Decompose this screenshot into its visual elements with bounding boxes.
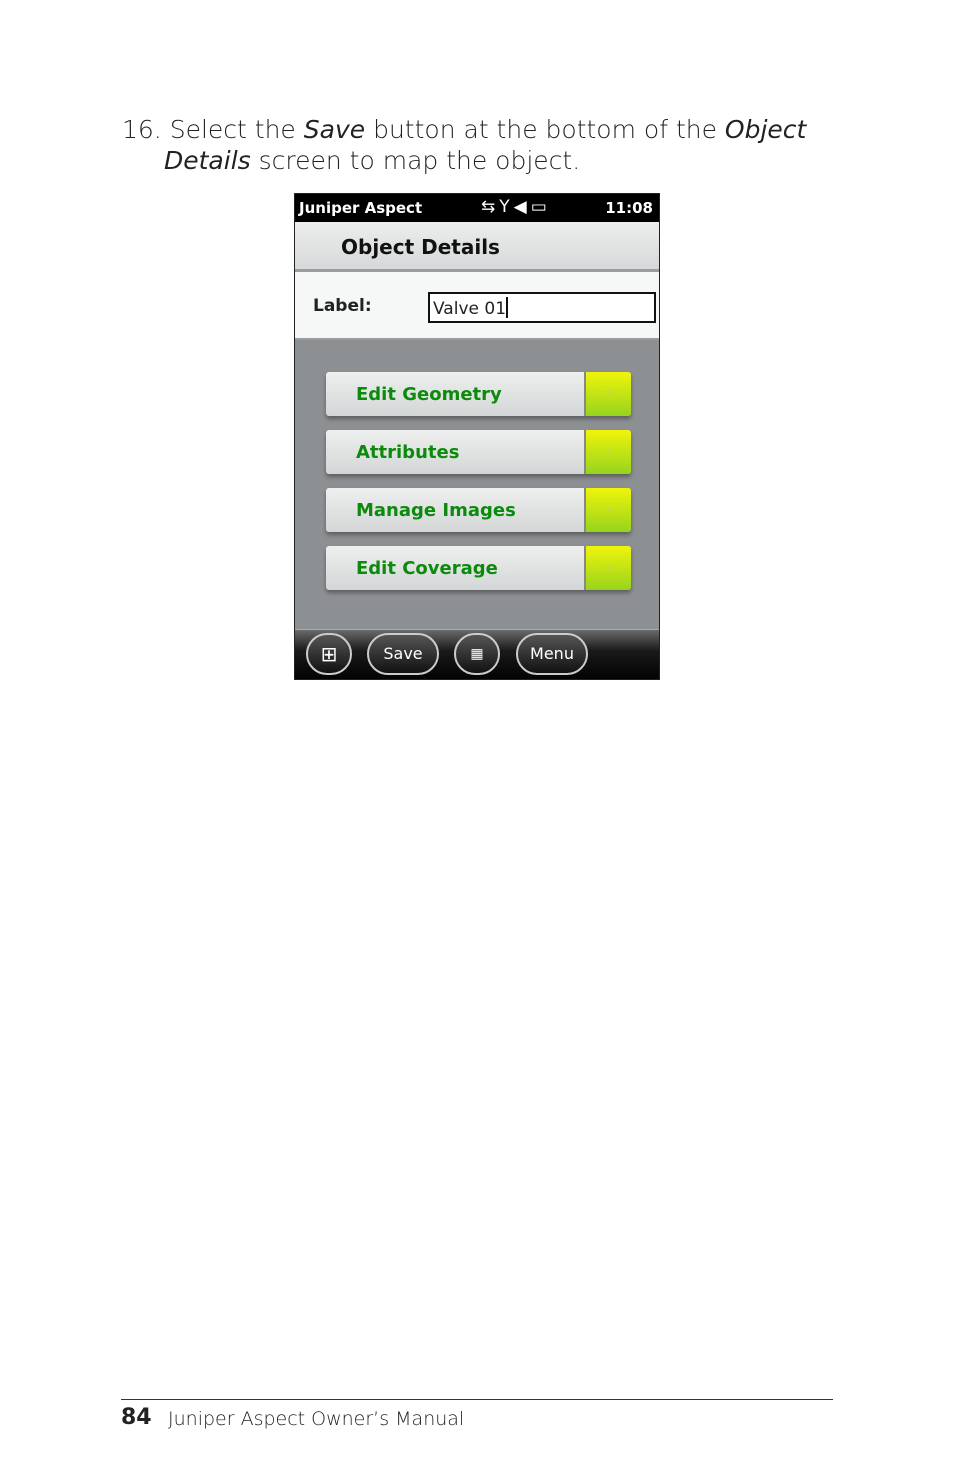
footer-divider [121,1399,833,1400]
page-number: 84 [121,1405,152,1430]
button-label: Edit Geometry [356,384,502,405]
label-row: Label: Valve 01 [295,272,659,340]
button-label: Manage Images [356,500,516,521]
label-caption: Label: [313,296,372,316]
app-name: Juniper Aspect [299,199,423,217]
chevron-right-icon: › [584,546,631,590]
menu-button[interactable]: Menu [516,633,588,675]
device-screenshot: Juniper Aspect ⇆Y◀▭ 11:08 Object Details… [294,193,660,680]
screen-title: Object Details [341,235,500,259]
no-signal-icon: Y [499,197,514,217]
chevron-right-icon: › [584,430,631,474]
step-text: screen to map the object. [250,146,581,175]
status-bar: Juniper Aspect ⇆Y◀▭ 11:08 [295,194,659,222]
windows-logo-icon: ⊞ [320,642,338,666]
clock: 11:08 [605,199,653,217]
step-text-emph: Save [303,115,366,144]
instruction-step: 16. Select the Save button at the bottom… [122,114,806,176]
screen-header: Object Details [295,222,659,272]
button-label: Edit Coverage [356,558,498,579]
button-label: Attributes [356,442,460,463]
manage-images-button[interactable]: Manage Images › [326,488,631,532]
attributes-button[interactable]: Attributes › [326,430,631,474]
keyboard-button[interactable]: ▦ [454,633,500,675]
step-text-emph: Details [164,146,251,175]
keyboard-icon: ▦ [470,646,484,662]
footer-title: Juniper Aspect Owner’s Manual [168,1408,465,1430]
label-input[interactable]: Valve 01 [428,292,656,323]
step-text: button at the bottom of the [365,115,725,144]
manual-page: 16. Select the Save button at the bottom… [0,0,954,1475]
menu-label: Menu [530,644,574,663]
step-number: 16. [122,115,162,144]
edit-geometry-button[interactable]: Edit Geometry › [326,372,631,416]
volume-muted-icon: ◀ [513,197,531,217]
text-cursor [506,297,509,318]
chevron-right-icon: › [584,488,631,532]
status-icons: ⇆Y◀▭ [481,197,551,217]
step-text-emph: Object [724,115,807,144]
softkey-bar: ⊞ Save ▦ Menu [295,629,659,679]
save-button[interactable]: Save [367,633,439,675]
save-label: Save [383,644,423,663]
sync-disconnected-icon: ⇆ [481,197,500,217]
chevron-right-icon: › [584,372,631,416]
battery-icon: ▭ [530,197,551,217]
windows-start-button[interactable]: ⊞ [306,633,352,675]
step-text: Select the [169,115,304,144]
edit-coverage-button[interactable]: Edit Coverage › [326,546,631,590]
label-input-value: Valve 01 [433,299,507,319]
